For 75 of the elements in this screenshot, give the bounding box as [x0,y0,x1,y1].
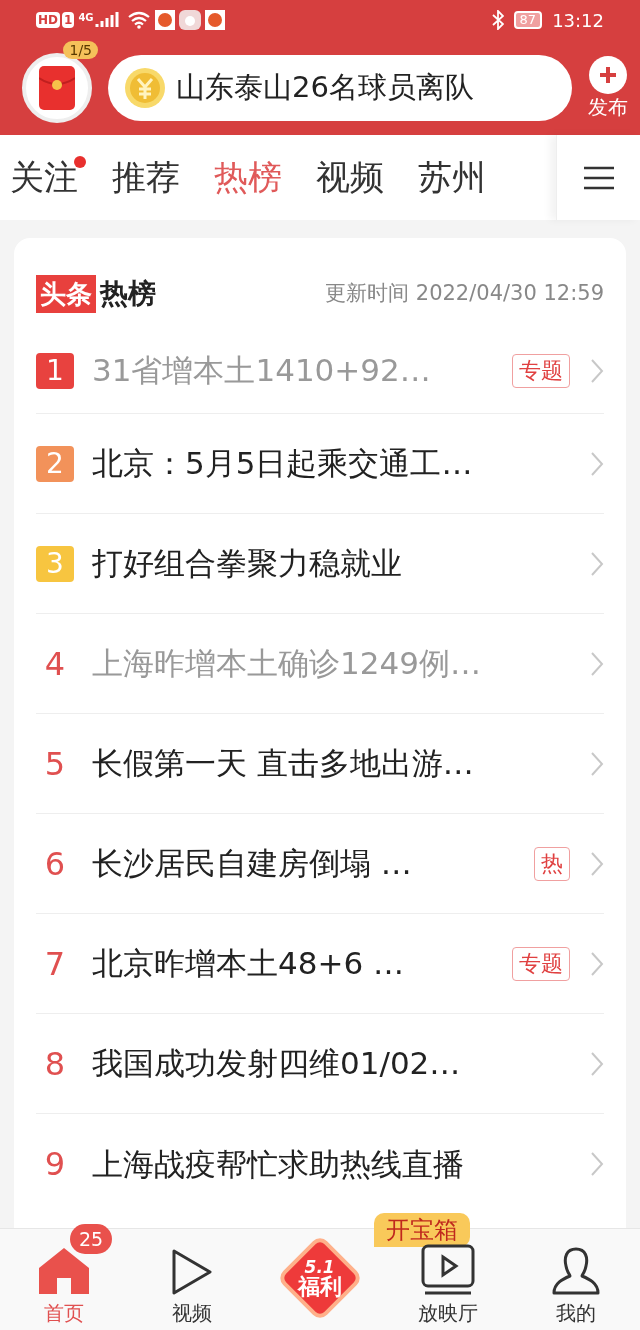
chevron-right-icon [590,750,604,777]
promo-bubble[interactable]: 开宝箱 [374,1213,470,1247]
chevron-right-icon [590,950,604,977]
category-tab[interactable]: 苏州 [418,152,494,203]
battery-indicator: 87 [513,11,543,29]
clock: 13:12 [552,8,604,33]
rank-badge: 2 [36,445,74,482]
wifi-icon [126,11,151,29]
hd-label: HD [36,12,60,28]
headline: 我国成功发射四维01/02… [92,1044,461,1084]
category-tab[interactable]: 推荐 [112,152,188,203]
topic-tag: 专题 [512,946,570,981]
sim-label: 1 [62,12,75,28]
signal-icon [94,11,121,29]
category-tab[interactable]: 热榜 [214,152,290,203]
plus-icon [589,55,627,94]
nav-tab[interactable]: 我的 [551,1246,601,1326]
nav-tab[interactable]: 视频 [170,1248,214,1326]
play-icon [170,1248,214,1296]
hot-list-row[interactable]: 6 长沙居民自建房倒塌 … 热 [36,814,604,914]
bluetooth-icon [491,10,504,30]
home-icon [37,1246,91,1296]
rank-number: 6 [43,843,67,885]
headline: 上海战疫帮忙求助热线直播 [92,1144,464,1184]
logo-box: 头条 [36,275,96,313]
hot-list-row[interactable]: 9 上海战疫帮忙求助热线直播 [36,1114,604,1214]
menu-icon[interactable] [583,165,614,190]
hot-list-row[interactable]: 3 打好组合拳聚力稳就业 [36,514,604,614]
chevron-right-icon [590,850,604,877]
rank-number: 4 [43,643,67,685]
topic-tag: 专题 [512,353,570,388]
headline: 长沙居民自建房倒塌 … [92,844,412,884]
category-tab[interactable]: 视频 [316,152,392,203]
hot-list-row[interactable]: 8 我国成功发射四维01/02… [36,1014,604,1114]
chevron-right-icon [590,1050,604,1077]
person-icon [551,1246,601,1296]
coin-icon [124,66,166,109]
rank-number: 5 [43,743,67,785]
hot-list-row[interactable]: 2 北京：5月5日起乘交通工… [36,414,604,514]
hot-list-row[interactable]: 1 31省增本土1410+92… 专题 [36,328,604,414]
logo-text: 热榜 [100,276,156,312]
app-icon [204,10,225,30]
topic-tag: 热 [534,846,570,881]
hot-list-row[interactable]: 4 上海昨增本土确诊1249例… [36,614,604,714]
update-time: 更新时间 2022/04/30 12:59 [325,280,604,308]
chevron-right-icon [590,650,604,677]
chevron-right-icon [590,450,604,477]
chevron-right-icon [590,357,604,384]
chevron-right-icon [590,1151,604,1177]
count-badge: 25 [70,1224,113,1254]
chevron-right-icon [590,550,604,577]
headline: 31省增本土1410+92… [92,351,431,391]
headline: 打好组合拳聚力稳就业 [92,544,402,584]
category-tab[interactable]: 关注 [10,152,86,203]
hot-list-row[interactable]: 5 长假第一天 直击多地出游… [36,714,604,814]
app-icon [154,10,175,30]
headline: 长假第一天 直击多地出游… [92,744,474,784]
headline: 北京：5月5日起乘交通工… [92,444,473,484]
tv-play-icon [421,1244,475,1296]
hot-list-row[interactable]: 7 北京昨增本土48+6 … 专题 [36,914,604,1014]
network-label: 4G [78,11,94,25]
nav-tab[interactable]: 放映厅 [418,1244,478,1326]
rank-number: 8 [43,1043,67,1085]
progress-badge: 1/5 [63,40,98,59]
rank-number: 7 [43,943,67,985]
rank-badge: 1 [36,352,74,389]
search-suggestion: 山东泰山26名球员离队 [176,68,474,106]
publish-button[interactable]: 发布 [588,55,628,120]
rank-badge: 3 [36,545,74,582]
app-icon [178,10,201,30]
envelope-icon [39,65,75,110]
search-field[interactable]: 山东泰山26名球员离队 [108,54,572,121]
headline: 上海昨增本土确诊1249例… [92,644,481,684]
rank-number: 9 [43,1144,67,1185]
headline: 北京昨增本土48+6 … [92,944,404,984]
